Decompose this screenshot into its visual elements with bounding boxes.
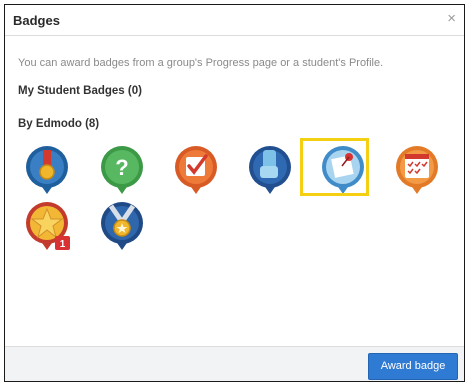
badges-dialog: Badges × You can award badges from a gro… bbox=[4, 4, 465, 382]
selected-badge-highlight bbox=[300, 138, 369, 196]
star-badge-icon[interactable]: 1 bbox=[22, 200, 72, 252]
dialog-header: Badges × bbox=[5, 5, 464, 36]
by-edmodo-heading: By Edmodo (8) bbox=[18, 118, 100, 130]
svg-text:?: ? bbox=[115, 155, 128, 180]
my-student-badges-heading: My Student Badges (0) bbox=[18, 85, 142, 97]
thumbs-up-badge-icon[interactable] bbox=[245, 144, 295, 196]
award-badge-button[interactable]: Award badge bbox=[368, 353, 458, 380]
calendar-badge-icon[interactable] bbox=[392, 144, 442, 196]
dialog-footer: Award badge bbox=[5, 346, 464, 381]
medal-badge-icon[interactable] bbox=[22, 144, 72, 196]
question-badge-icon[interactable]: ? bbox=[97, 144, 147, 196]
close-icon[interactable]: × bbox=[447, 11, 456, 27]
dialog-title: Badges bbox=[13, 13, 60, 28]
star-badge-count: 1 bbox=[60, 239, 66, 250]
checkmark-badge-icon[interactable] bbox=[171, 144, 221, 196]
star-medal-badge-icon[interactable] bbox=[97, 200, 147, 252]
intro-text: You can award badges from a group's Prog… bbox=[18, 57, 384, 69]
